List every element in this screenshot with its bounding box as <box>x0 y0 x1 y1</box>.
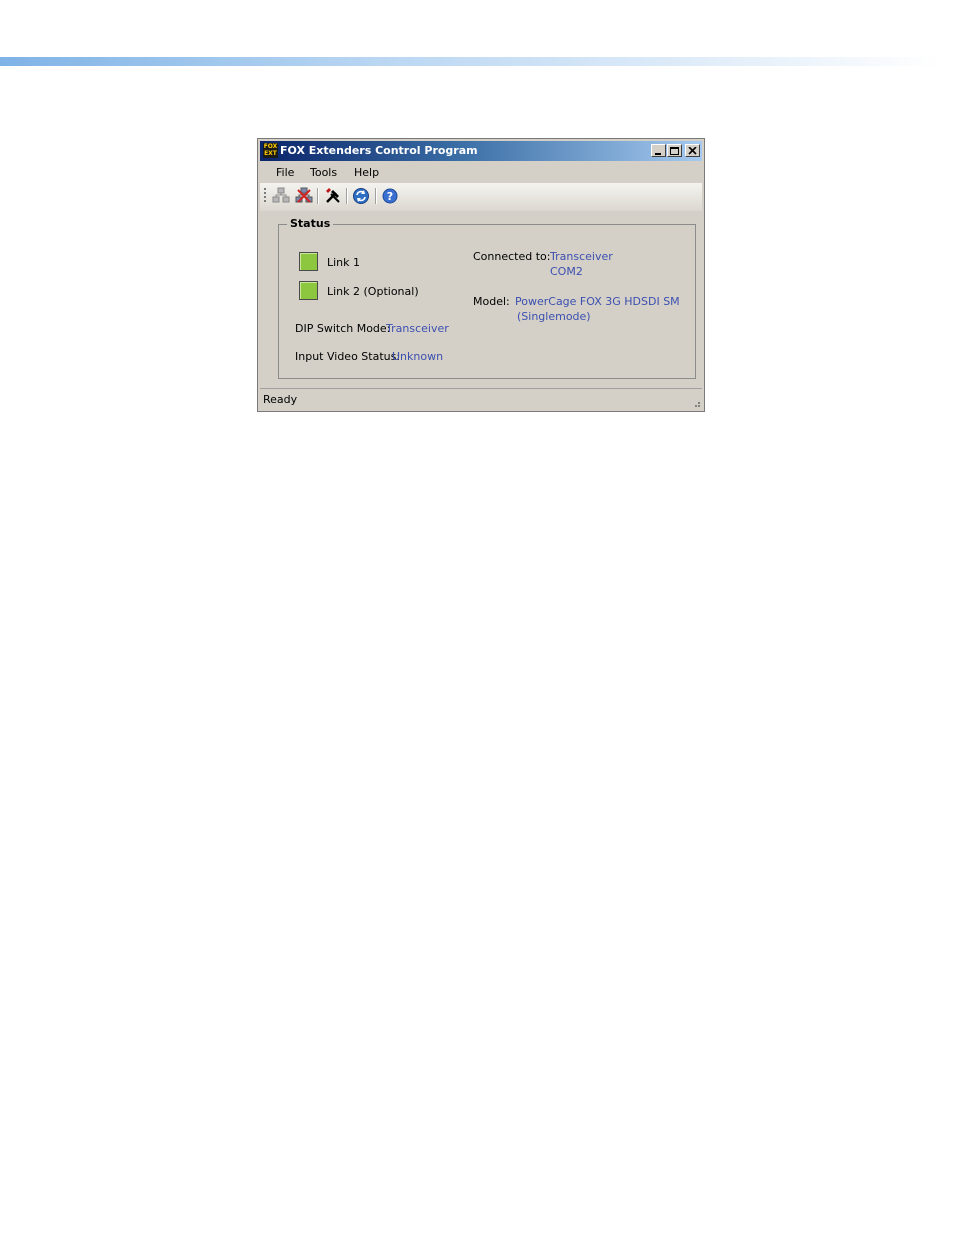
model-mode-value: (Singlemode) <box>517 310 591 323</box>
maximize-button[interactable] <box>667 144 682 157</box>
input-video-label: Input Video Status: <box>295 350 401 363</box>
link1-indicator <box>299 252 318 271</box>
close-button[interactable] <box>685 144 700 157</box>
toolbar-separator <box>317 188 319 204</box>
tools-button[interactable] <box>324 187 342 205</box>
toolbar-separator <box>375 188 377 204</box>
refresh-button[interactable] <box>352 187 370 205</box>
minimize-icon <box>655 153 661 155</box>
status-groupbox: Status Link 1 Link 2 (Optional) DIP Swit… <box>278 217 696 379</box>
menu-bar: File Tools Help <box>260 162 702 182</box>
model-label: Model: <box>473 295 510 308</box>
toolbar-grip[interactable] <box>264 188 266 204</box>
help-icon: ? <box>382 188 398 204</box>
connected-to-value: Transceiver <box>550 250 613 263</box>
disconnect-icon <box>295 187 313 203</box>
page-header-bar <box>0 57 940 66</box>
input-video-value: Unknown <box>392 350 444 363</box>
connect-button[interactable] <box>272 187 290 205</box>
status-bar: Ready <box>260 388 702 409</box>
close-icon <box>688 147 697 155</box>
app-logo-icon: FOX EXT <box>263 143 278 158</box>
svg-text:?: ? <box>387 190 393 203</box>
window-title: FOX Extenders Control Program <box>280 144 478 157</box>
link2-label: Link 2 (Optional) <box>327 285 419 298</box>
toolbar: ? <box>260 183 702 211</box>
menu-file[interactable]: File <box>276 166 294 179</box>
app-window: FOX EXT FOX Extenders Control Program Fil… <box>257 138 705 412</box>
status-group-title: Status <box>287 217 334 230</box>
disconnect-button[interactable] <box>295 187 313 205</box>
link1-label: Link 1 <box>327 256 361 269</box>
connect-icon <box>272 187 290 203</box>
minimize-button[interactable] <box>651 144 666 157</box>
help-button[interactable]: ? <box>381 187 399 205</box>
toolbar-separator <box>346 188 348 204</box>
dip-switch-label: DIP Switch Mode: <box>295 322 391 335</box>
link2-indicator <box>299 281 318 300</box>
menu-help[interactable]: Help <box>354 166 379 179</box>
refresh-icon <box>353 188 369 204</box>
maximize-icon <box>670 147 679 155</box>
connected-to-label: Connected to: <box>473 250 551 263</box>
connected-port-value: COM2 <box>550 265 583 278</box>
tools-icon <box>326 188 340 203</box>
menu-tools[interactable]: Tools <box>310 166 337 179</box>
status-text: Ready <box>263 393 298 406</box>
title-bar[interactable]: FOX EXT FOX Extenders Control Program <box>260 141 702 161</box>
model-value: PowerCage FOX 3G HDSDI SM <box>515 295 680 308</box>
resize-grip-icon[interactable] <box>691 398 701 408</box>
dip-switch-value: Transceiver <box>386 322 449 335</box>
